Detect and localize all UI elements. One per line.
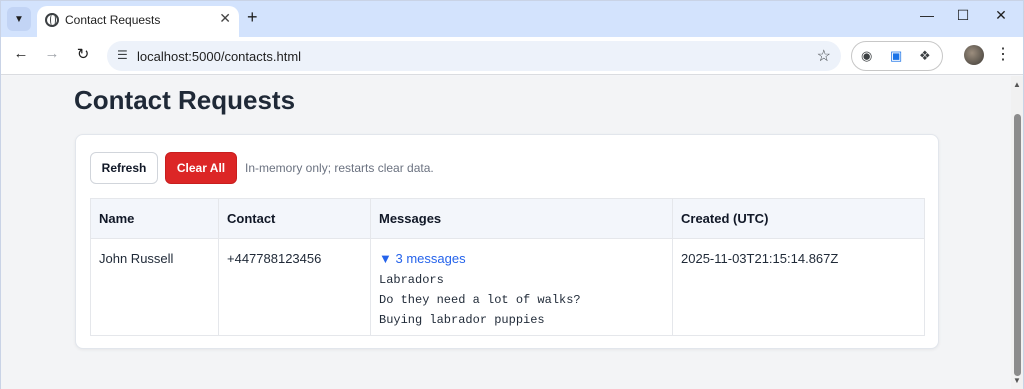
browser-toolbar: ← → ↻ ☰ localhost:5000/contacts.html ☆ ◉… [1,37,1023,75]
star-icon[interactable]: ☆ [817,46,831,66]
puzzle-icon[interactable]: ❖ [919,48,931,64]
page-viewport: Contact Requests Refresh Clear All In-me… [1,76,1011,389]
address-bar[interactable]: ☰ localhost:5000/contacts.html ☆ [107,41,841,71]
storage-note: In-memory only; restarts clear data. [245,161,434,175]
message-item: Labradors [379,273,444,287]
tab-title: Contact Requests [65,13,161,27]
cell-name: John Russell [90,238,219,336]
clear-all-button[interactable]: Clear All [165,152,237,184]
maximize-icon[interactable]: ☐ [953,7,973,24]
browser-window: ▼ Contact Requests ✕ + — ☐ ✕ ← → ↻ ☰ loc… [0,0,1024,389]
header-name: Name [90,198,219,239]
contacts-table: Name Contact Messages Created (UTC) John… [90,198,925,336]
tune-icon[interactable]: ☰ [117,48,128,62]
avatar[interactable] [964,45,984,65]
cell-contact: +447788123456 [218,238,371,336]
record-icon[interactable]: ▣ [890,48,902,64]
globe-icon [45,13,59,27]
refresh-button[interactable]: Refresh [90,152,158,184]
header-created: Created (UTC) [672,198,925,239]
arrow-left-icon[interactable]: ← [11,45,31,62]
page-title: Contact Requests [74,85,296,115]
message-item: Do they need a lot of walks? [379,293,581,307]
header-messages: Messages [370,198,673,239]
cell-messages: ▼ 3 messages Labradors Do they need a lo… [370,238,673,336]
plus-icon[interactable]: + [247,7,258,28]
window-close-icon[interactable]: ✕ [991,7,1011,24]
messages-toggle[interactable]: ▼ 3 messages [379,251,664,267]
arrow-right-icon[interactable]: → [42,45,62,62]
url-text[interactable]: localhost:5000/contacts.html [137,49,301,64]
contacts-card: Refresh Clear All In-memory only; restar… [75,134,939,349]
cell-created: 2025-11-03T21:15:14.867Z [672,238,925,336]
minimize-icon[interactable]: — [917,7,937,23]
header-contact: Contact [218,198,371,239]
kebab-icon[interactable]: ⋮ [995,44,1011,64]
close-icon[interactable]: ✕ [219,10,231,27]
camera-icon[interactable]: ◉ [861,48,872,64]
scroll-thumb[interactable] [1014,114,1021,376]
table-row: John Russell +447788123456 ▼ 3 messages … [90,238,925,336]
page-scrollbar[interactable]: ▲ ▼ [1011,76,1023,389]
extensions-group: ◉ ▣ ❖ [851,41,943,71]
reload-icon[interactable]: ↻ [73,45,93,63]
table-header-row: Name Contact Messages Created (UTC) [90,198,925,239]
tab-search-chevron-down-icon[interactable]: ▼ [7,7,31,31]
scroll-down-icon[interactable]: ▼ [1013,376,1021,385]
messages-summary[interactable]: 3 messages [395,251,465,266]
message-item: Buying labrador puppies [379,313,545,327]
scroll-up-icon[interactable]: ▲ [1013,80,1021,89]
tab-bar: ▼ Contact Requests ✕ + — ☐ ✕ [1,1,1023,37]
browser-tab[interactable]: Contact Requests ✕ [37,6,239,37]
